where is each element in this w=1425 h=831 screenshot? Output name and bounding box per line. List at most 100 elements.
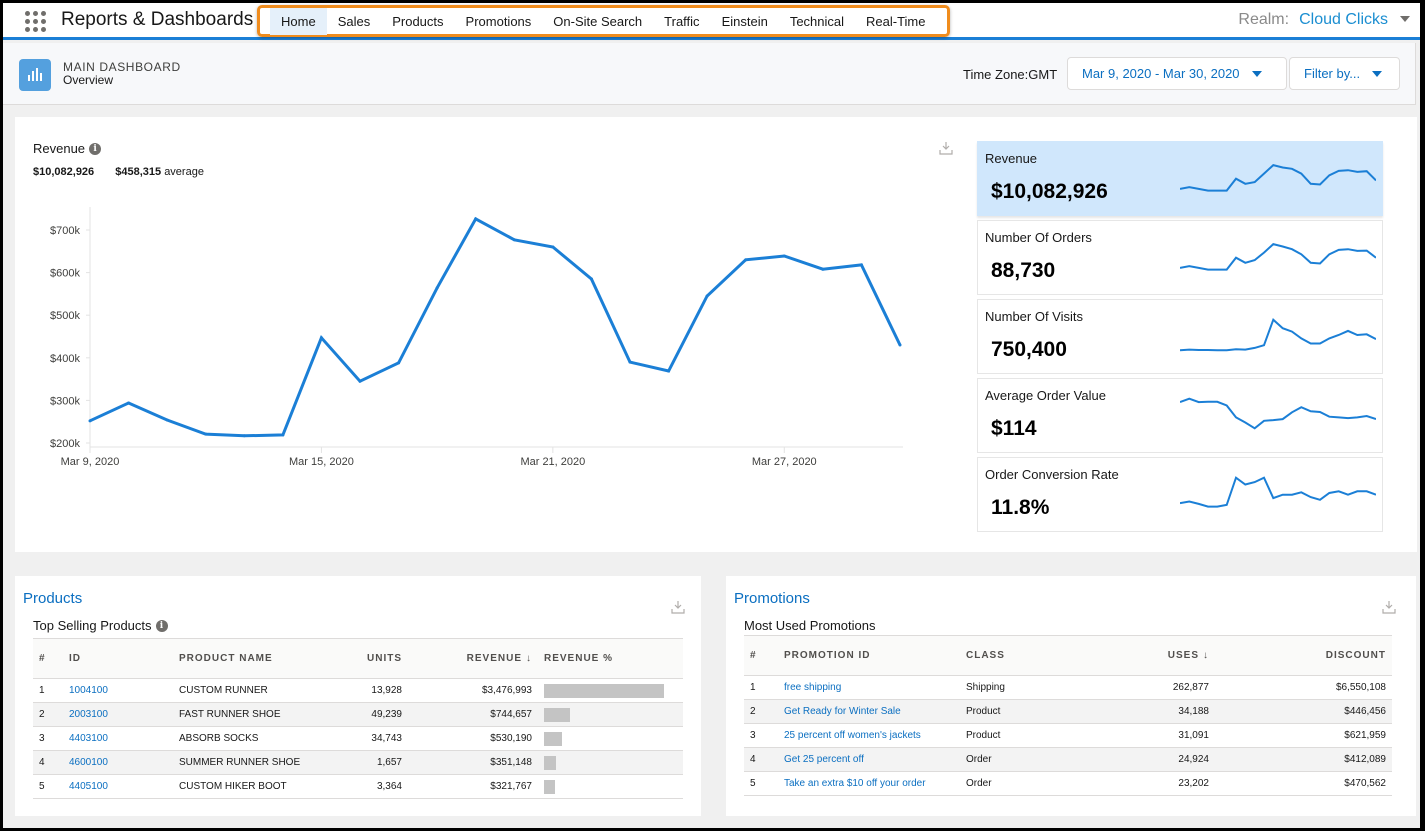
discount-cell: $446,456 — [1344, 706, 1386, 717]
x-tick-label: Mar 15, 2020 — [289, 456, 354, 468]
col-revenue-pct[interactable]: REVENUE % — [538, 639, 683, 679]
kpi-label: Number Of Orders — [985, 230, 1092, 245]
bar-chart-icon — [19, 59, 51, 91]
data-point — [628, 360, 632, 364]
col-product-name[interactable]: PRODUCT NAME — [173, 639, 328, 679]
col-id[interactable]: ID — [63, 639, 173, 679]
product-id-link[interactable]: 4405100 — [69, 781, 108, 792]
col-class[interactable]: CLASS — [960, 636, 1080, 676]
top-bar: Reports & Dashboards Home Sales Products Pr… — [3, 3, 1420, 40]
col-promotion-id[interactable]: PROMOTION ID — [778, 636, 960, 676]
revenue-line-chart: $200k $300k $400k $500k $600k $700k Mar 9, 202… — [50, 207, 903, 468]
kpi-value: $114 — [991, 417, 1037, 440]
kpi-tile-average-order-value[interactable]: Average Order Value $114 — [977, 378, 1383, 453]
rank-cell: 1 — [39, 685, 45, 696]
nav-tab-real-time[interactable]: Real-Time — [855, 8, 936, 35]
rank-cell: 2 — [39, 709, 45, 720]
col-discount[interactable]: DISCOUNT — [1215, 636, 1392, 676]
promotions-card: Promotions Most Used Promotions # PROMOT… — [726, 576, 1416, 816]
product-id-link[interactable]: 1004100 — [69, 685, 108, 696]
product-id-link[interactable]: 4600100 — [69, 757, 108, 768]
data-point — [88, 419, 92, 423]
nav-tab-on-site-search[interactable]: On-Site Search — [542, 8, 653, 35]
revenue-cell: $744,657 — [490, 709, 532, 720]
product-name-cell: FAST RUNNER SHOE — [179, 709, 281, 720]
uses-cell: 24,924 — [1178, 754, 1209, 765]
chevron-down-icon — [1251, 70, 1262, 77]
realm-value[interactable]: Cloud Clicks — [1299, 11, 1388, 29]
discount-cell: $6,550,108 — [1335, 682, 1386, 693]
promotion-id-cell: Get Ready for Winter Sale — [778, 700, 960, 724]
nav-tab-products[interactable]: Products — [381, 8, 454, 35]
products-section-title[interactable]: Products — [23, 590, 82, 607]
kpi-label: Average Order Value — [985, 388, 1106, 403]
product-id-link[interactable]: 2003100 — [69, 709, 108, 720]
revenue-pct-cell — [538, 751, 683, 775]
chevron-down-icon[interactable] — [1400, 16, 1410, 22]
date-range-value: Mar 9, 2020 - Mar 30, 2020 — [1082, 66, 1240, 81]
promotion-id-link[interactable]: 25 percent off women's jackets — [784, 730, 921, 741]
promotion-id-link[interactable]: Get 25 percent off — [784, 754, 864, 765]
data-point — [512, 238, 516, 242]
sparkline-line — [1180, 476, 1376, 508]
col-rank[interactable]: # — [744, 636, 778, 676]
kpi-tile-revenue[interactable]: Revenue $10,082,926 — [977, 141, 1383, 216]
date-range-picker[interactable]: Mar 9, 2020 - Mar 30, 2020 — [1067, 57, 1287, 90]
revenue-pct-bar — [544, 683, 664, 698]
y-tick-label: $600k — [50, 268, 80, 280]
col-revenue[interactable]: REVENUE ↓ — [408, 639, 538, 679]
sparkline-line — [1180, 397, 1376, 430]
revenue-cell: $530,190 — [490, 733, 532, 744]
table-row: 1 free shipping Shipping 262,877 $6,550,108 — [744, 676, 1392, 700]
products-table: # ID PRODUCT NAME UNITS REVENUE ↓ REVENUE… — [33, 638, 683, 799]
promotion-id-cell: free shipping — [778, 676, 960, 700]
nav-tab-technical[interactable]: Technical — [779, 8, 855, 35]
kpi-tile-order-conversion-rate[interactable]: Order Conversion Rate 11.8% — [977, 457, 1383, 532]
arrow-down-icon: ↓ — [1203, 650, 1209, 661]
app-launcher-icon[interactable] — [25, 11, 47, 32]
table-header-row: # PROMOTION ID CLASS USES ↓ DISCOUNT — [744, 635, 1392, 676]
kpi-tile-number-of-visits[interactable]: Number Of Visits 750,400 — [977, 299, 1383, 374]
product-id-link[interactable]: 4403100 — [69, 733, 108, 744]
product-name-cell: CUSTOM HIKER BOOT — [179, 781, 287, 792]
sparkline — [1180, 397, 1376, 430]
nav-tab-promotions[interactable]: Promotions — [455, 8, 543, 35]
discount-cell: $470,562 — [1344, 778, 1386, 789]
most-used-promotions-title: Most Used Promotions — [744, 618, 876, 633]
nav-tab-home[interactable]: Home — [270, 7, 327, 35]
kpi-label: Order Conversion Rate — [985, 467, 1119, 482]
nav-tab-sales[interactable]: Sales — [327, 8, 382, 35]
nav-tab-einstein[interactable]: Einstein — [711, 8, 779, 35]
realm-selector[interactable]: Realm: Cloud Clicks — [1238, 11, 1410, 29]
kpi-label: Revenue — [985, 151, 1038, 166]
promotion-id-link[interactable]: Take an extra $10 off your order — [784, 778, 926, 789]
y-tick-label: $700k — [50, 225, 80, 237]
sparkline-line — [1180, 242, 1376, 271]
info-icon[interactable]: i — [155, 620, 168, 632]
kpi-label: Number Of Visits — [985, 309, 1084, 324]
kpi-tile-number-of-orders[interactable]: Number Of Orders 88,730 — [977, 220, 1383, 295]
revenue-pct-cell — [538, 703, 683, 727]
data-point — [242, 434, 246, 438]
id-cell: 4600100 — [63, 751, 173, 775]
filter-dropdown[interactable]: Filter by... — [1289, 57, 1400, 90]
data-point — [435, 286, 439, 290]
revenue-cell: $3,476,993 — [481, 685, 532, 696]
uses-cell: 31,091 — [1178, 730, 1209, 741]
data-point — [744, 258, 748, 262]
col-uses[interactable]: USES ↓ — [1080, 636, 1215, 676]
nav-tab-traffic[interactable]: Traffic — [653, 8, 710, 35]
download-icon[interactable] — [671, 600, 685, 614]
sparkline — [1180, 242, 1376, 271]
page-header: MAIN DASHBOARD Overview Time Zone:GMT Ma… — [3, 43, 1416, 105]
rank-cell: 3 — [750, 730, 756, 741]
promotions-section-title[interactable]: Promotions — [734, 590, 810, 607]
promotion-id-link[interactable]: free shipping — [784, 682, 841, 693]
realm-label: Realm: — [1238, 11, 1290, 28]
col-units[interactable]: UNITS — [328, 639, 408, 679]
product-name-cell: ABSORB SOCKS — [179, 733, 259, 744]
col-rank[interactable]: # — [33, 639, 63, 679]
download-icon[interactable] — [1382, 600, 1396, 614]
promotion-id-link[interactable]: Get Ready for Winter Sale — [784, 706, 901, 717]
uses-cell: 23,202 — [1178, 778, 1209, 789]
